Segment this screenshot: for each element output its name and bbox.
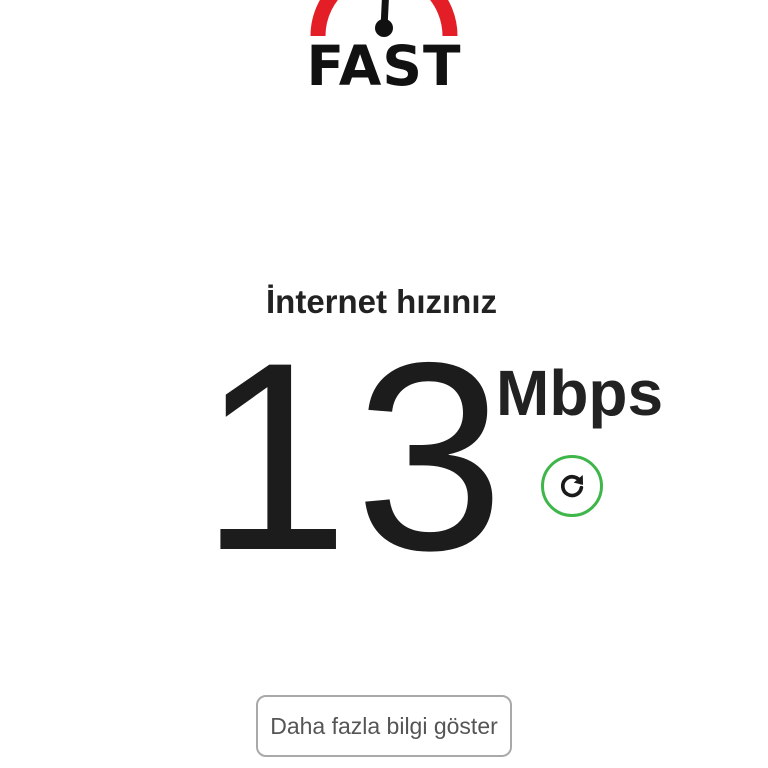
speedometer-icon — [310, 0, 458, 37]
fast-logo: FAST — [298, 0, 470, 98]
speed-units: Mbps — [496, 357, 664, 429]
more-info-button[interactable]: Daha fazla bilgi göster — [256, 695, 512, 757]
speed-value: 13 — [200, 306, 511, 606]
refresh-icon — [560, 474, 584, 498]
logo-text: FAST — [306, 34, 462, 98]
refresh-button[interactable] — [541, 455, 603, 517]
